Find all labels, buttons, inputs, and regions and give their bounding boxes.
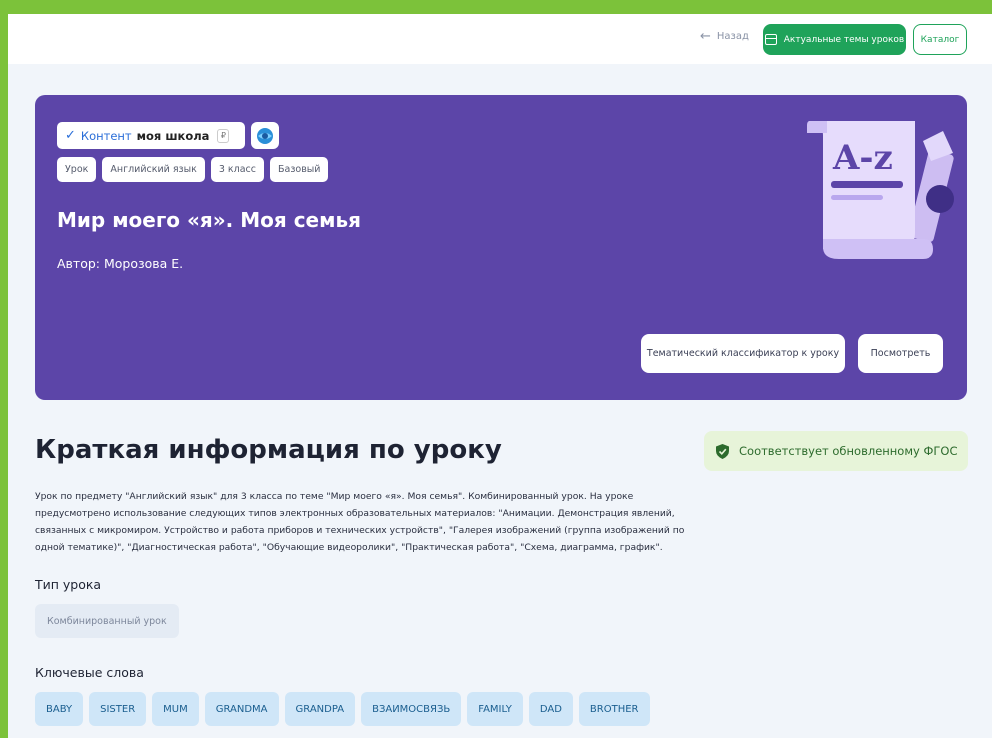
page: ← Назад Актуальные темы уроков Каталог ✓…	[8, 14, 992, 738]
section-heading: Краткая информация по уроку	[35, 435, 502, 465]
keyword-chip[interactable]: BABY	[35, 692, 84, 726]
keyword-chip[interactable]: FAMILY	[467, 692, 523, 726]
currency-icon: ₽	[217, 128, 230, 143]
tag-item: Урок	[57, 157, 97, 182]
tag-item: Базовый	[270, 157, 329, 182]
arrow-left-icon: ←	[700, 28, 711, 44]
keywords-label: Ключевые слова	[35, 665, 144, 680]
catalog-button[interactable]: Каталог	[913, 24, 967, 55]
keyword-chip[interactable]: GRANDPA	[284, 692, 356, 726]
source-prefix: Контент	[80, 128, 132, 143]
tag-item: 3 класс	[210, 157, 264, 182]
illustration-text: A-z	[832, 138, 893, 178]
keywords-list: BABY SISTER MUM GRANDMA GRANDPA ВЗАИМОСВ…	[35, 692, 650, 726]
tag-item: Английский язык	[102, 157, 205, 182]
source-name: моя школа	[136, 128, 210, 143]
keyword-chip[interactable]: ВЗАИМОСВЯЗЬ	[361, 692, 462, 726]
keyword-chip[interactable]: MUM	[152, 692, 199, 726]
keyword-chip[interactable]: DAD	[528, 692, 573, 726]
view-button[interactable]: Посмотреть	[858, 334, 943, 373]
lesson-banner: ✓ Контент моя школа ₽ Урок Английский яз…	[35, 95, 967, 400]
current-topics-label: Актуальные темы уроков	[783, 34, 905, 45]
calendar-icon	[764, 34, 777, 45]
source-badge[interactable]: ✓ Контент моя школа ₽	[57, 122, 245, 149]
lesson-tags: Урок Английский язык 3 класс Базовый	[57, 157, 329, 182]
catalog-label: Каталог	[920, 34, 960, 45]
keyword-chip[interactable]: BROTHER	[578, 692, 650, 726]
view-label: Посмотреть	[870, 348, 931, 359]
keyword-chip[interactable]: SISTER	[89, 692, 147, 726]
check-icon: ✓	[65, 128, 76, 143]
platform-logo-icon[interactable]	[251, 122, 279, 149]
current-topics-button[interactable]: Актуальные темы уроков	[763, 24, 906, 55]
shield-check-icon	[716, 443, 729, 459]
back-label: Назад	[716, 31, 749, 42]
fgos-label: Соответствует обновленному ФГОС	[739, 444, 958, 458]
keyword-chip[interactable]: GRANDMA	[204, 692, 279, 726]
top-bar: ← Назад Актуальные темы уроков Каталог	[8, 14, 992, 64]
lesson-type-chip: Комбинированный урок	[35, 604, 179, 638]
thematic-classifier-button[interactable]: Тематический классификатор к уроку	[641, 334, 845, 373]
back-link[interactable]: ← Назад	[700, 28, 749, 44]
thematic-classifier-label: Тематический классификатор к уроку	[646, 348, 840, 359]
lesson-type-label: Тип урока	[35, 577, 102, 592]
scroll-illustration-icon: A-z	[803, 120, 958, 275]
fgos-badge: Соответствует обновленному ФГОС	[704, 431, 968, 471]
lesson-title: Мир моего «я». Моя семья	[57, 208, 361, 232]
lesson-description: Урок по предмету "Английский язык" для 3…	[35, 491, 685, 553]
lesson-author: Автор: Морозова Е.	[57, 256, 184, 271]
